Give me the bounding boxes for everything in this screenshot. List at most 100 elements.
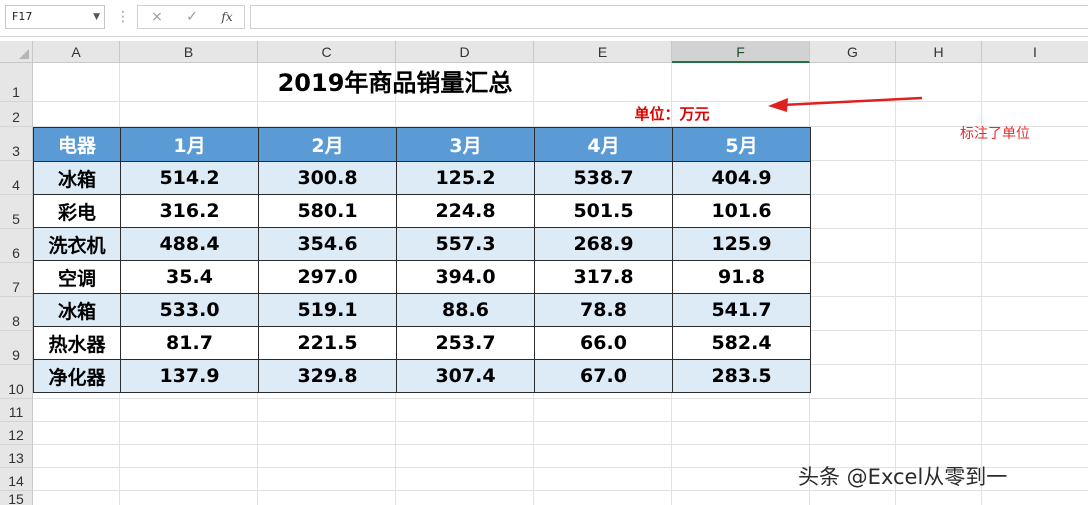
row-header-5[interactable]: 5 (0, 195, 33, 229)
table-cell[interactable]: 307.4 (396, 359, 535, 393)
table-cell[interactable]: 81.7 (120, 326, 259, 360)
table-cell[interactable]: 101.6 (672, 194, 811, 228)
column-header-a[interactable]: A (33, 41, 120, 63)
arrow-head (768, 98, 788, 112)
table-cell[interactable]: 彩电 (33, 194, 121, 228)
name-box[interactable]: F17 ▼ (5, 5, 105, 29)
row-header-14[interactable]: 14 (0, 468, 33, 491)
header-cell-category[interactable]: 电器 (33, 127, 121, 162)
table-cell[interactable]: 253.7 (396, 326, 535, 360)
table-cell[interactable]: 404.9 (672, 161, 811, 195)
select-all-button[interactable] (0, 41, 33, 63)
table-cell[interactable]: 125.2 (396, 161, 535, 195)
column-header-h[interactable]: H (896, 41, 982, 63)
column-header-g[interactable]: G (810, 41, 896, 63)
table-cell[interactable]: 221.5 (258, 326, 397, 360)
chevron-down-icon[interactable]: ▼ (93, 6, 100, 28)
table-cell[interactable]: 316.2 (120, 194, 259, 228)
row-number: 13 (8, 450, 24, 466)
row-number: 11 (8, 404, 24, 420)
row-header-11[interactable]: 11 (0, 399, 33, 422)
unit-label[interactable]: 单位：万元 (590, 102, 754, 126)
table-cell[interactable]: 538.7 (534, 161, 673, 195)
table-header-row: 电器 1月 2月 3月 4月 5月 (33, 127, 811, 162)
row-header-15[interactable]: 15 (0, 491, 33, 505)
row-number: 2 (12, 109, 20, 125)
table-cell[interactable]: 35.4 (120, 260, 259, 294)
gridline (33, 444, 1088, 445)
table-cell[interactable]: 488.4 (120, 227, 259, 261)
header-cell-jan[interactable]: 1月 (120, 127, 259, 162)
sheet-title[interactable]: 2019年商品销量汇总 (120, 64, 670, 102)
table-cell[interactable]: 514.2 (120, 161, 259, 195)
row-header-3[interactable]: 3 (0, 127, 33, 161)
table-row: 空调 35.4 297.0 394.0 317.8 91.8 (33, 260, 811, 294)
gridline (33, 398, 1088, 399)
table-cell[interactable]: 329.8 (258, 359, 397, 393)
formula-input[interactable] (250, 5, 1088, 29)
table-cell[interactable]: 66.0 (534, 326, 673, 360)
table-cell[interactable]: 224.8 (396, 194, 535, 228)
table-cell[interactable]: 冰箱 (33, 161, 121, 195)
row-header-12[interactable]: 12 (0, 422, 33, 445)
table-cell[interactable]: 283.5 (672, 359, 811, 393)
table-cell[interactable]: 519.1 (258, 293, 397, 327)
table-cell[interactable]: 91.8 (672, 260, 811, 294)
row-number: 15 (8, 491, 24, 505)
drag-handle-icon[interactable]: ⋮ (116, 7, 130, 27)
row-number: 1 (12, 84, 20, 100)
table-cell[interactable]: 354.6 (258, 227, 397, 261)
table-row: 冰箱 533.0 519.1 88.6 78.8 541.7 (33, 293, 811, 327)
table-cell[interactable]: 净化器 (33, 359, 121, 393)
annotation-note[interactable]: 标注了单位 (920, 124, 1070, 144)
column-header-b[interactable]: B (120, 41, 258, 63)
header-cell-apr[interactable]: 4月 (534, 127, 673, 162)
row-header-13[interactable]: 13 (0, 445, 33, 468)
table-cell[interactable]: 501.5 (534, 194, 673, 228)
row-header-6[interactable]: 6 (0, 229, 33, 263)
column-header-i[interactable]: I (982, 41, 1088, 63)
table-cell[interactable]: 557.3 (396, 227, 535, 261)
table-cell[interactable]: 137.9 (120, 359, 259, 393)
table-cell[interactable]: 317.8 (534, 260, 673, 294)
sales-table: 电器 1月 2月 3月 4月 5月 冰箱 514.2 300.8 125.2 5… (33, 127, 811, 393)
table-cell[interactable]: 268.9 (534, 227, 673, 261)
insert-function-icon[interactable]: fx (212, 6, 242, 28)
table-cell[interactable]: 582.4 (672, 326, 811, 360)
row-header-4[interactable]: 4 (0, 161, 33, 195)
header-cell-feb[interactable]: 2月 (258, 127, 397, 162)
column-header-d[interactable]: D (396, 41, 534, 63)
row-header-9[interactable]: 9 (0, 331, 33, 365)
row-number: 8 (12, 313, 20, 329)
table-cell[interactable]: 88.6 (396, 293, 535, 327)
table-cell[interactable]: 125.9 (672, 227, 811, 261)
row-header-7[interactable]: 7 (0, 263, 33, 297)
column-header-c[interactable]: C (258, 41, 396, 63)
table-cell[interactable]: 300.8 (258, 161, 397, 195)
row-number: 10 (8, 381, 24, 397)
table-cell[interactable]: 热水器 (33, 326, 121, 360)
table-cell[interactable]: 297.0 (258, 260, 397, 294)
row-header-2[interactable]: 2 (0, 102, 33, 127)
table-row: 彩电 316.2 580.1 224.8 501.5 101.6 (33, 194, 811, 228)
column-header-f[interactable]: F (672, 41, 810, 63)
enter-icon[interactable]: ✓ (177, 6, 207, 28)
table-cell[interactable]: 533.0 (120, 293, 259, 327)
table-cell[interactable]: 394.0 (396, 260, 535, 294)
table-cell[interactable]: 冰箱 (33, 293, 121, 327)
row-header-8[interactable]: 8 (0, 297, 33, 331)
table-cell[interactable]: 洗衣机 (33, 227, 121, 261)
column-header-e[interactable]: E (534, 41, 672, 63)
table-cell[interactable]: 67.0 (534, 359, 673, 393)
table-cell[interactable]: 541.7 (672, 293, 811, 327)
table-cell[interactable]: 78.8 (534, 293, 673, 327)
row-number: 6 (12, 245, 20, 261)
cancel-icon[interactable]: × (142, 6, 172, 28)
row-number: 14 (8, 473, 24, 489)
table-cell[interactable]: 580.1 (258, 194, 397, 228)
header-cell-may[interactable]: 5月 (672, 127, 811, 162)
row-header-10[interactable]: 10 (0, 365, 33, 399)
header-cell-mar[interactable]: 3月 (396, 127, 535, 162)
table-cell[interactable]: 空调 (33, 260, 121, 294)
row-header-1[interactable]: 1 (0, 63, 33, 102)
